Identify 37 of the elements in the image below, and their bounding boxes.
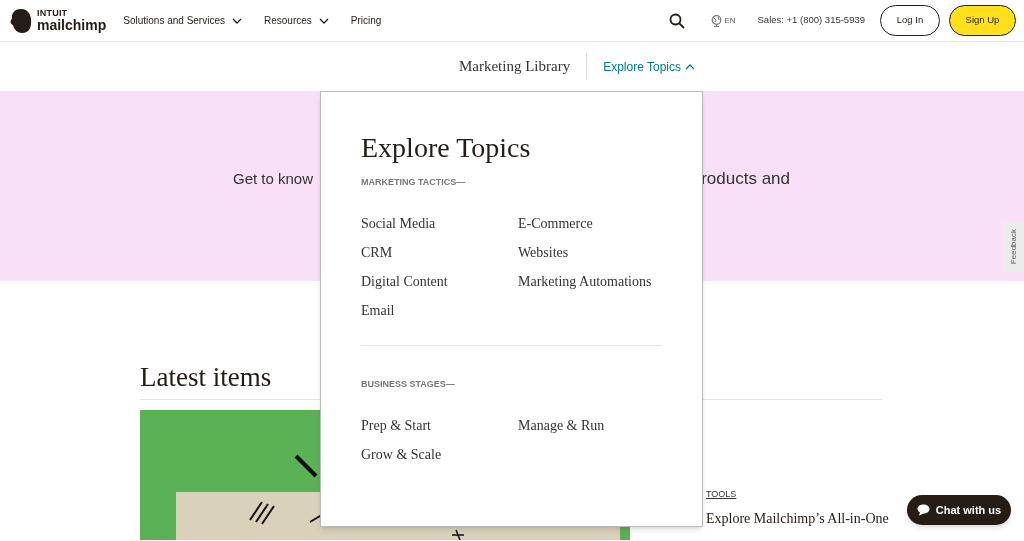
topic-link[interactable]: Marketing Automations: [518, 273, 662, 290]
topic-link[interactable]: E-Commerce: [518, 215, 662, 232]
topic-link[interactable]: Websites: [518, 244, 662, 261]
hero-text: Get to know: [233, 168, 314, 189]
signup-button[interactable]: Sign Up: [949, 5, 1016, 36]
feedback-tab[interactable]: Feedback: [1003, 222, 1024, 272]
topic-link[interactable]: Grow & Scale: [361, 446, 518, 463]
chevron-icon: [232, 17, 242, 24]
topic-link[interactable]: Email: [361, 302, 518, 319]
nav-link[interactable]: Pricing: [350, 13, 382, 28]
nav-link[interactable]: Solutions and Services: [123, 13, 242, 28]
dropdown-title: Explore Topics: [361, 131, 532, 165]
article-category[interactable]: TOOLS: [706, 488, 737, 502]
topic-link[interactable]: Prep & Start: [361, 417, 518, 434]
topic-link[interactable]: Digital Content: [361, 273, 518, 290]
chevron-icon: [318, 17, 329, 24]
sales-phone: Sales: +1 (800) 315-5939: [757, 13, 865, 28]
nav-link[interactable]: Resources: [264, 13, 329, 28]
topic-link[interactable]: Social Media: [361, 215, 518, 232]
logo-text: mailchimp: [37, 18, 107, 32]
chat-button[interactable]: Chat with us: [907, 495, 1011, 525]
section-heading: Latest items: [140, 362, 272, 392]
logo[interactable]: INTUIT mailchimp: [9, 7, 107, 34]
speech-bubble-icon: [916, 504, 930, 516]
language-selector[interactable]: EN: [711, 14, 736, 27]
topic-link[interactable]: CRM: [361, 244, 518, 261]
logo-text: INTUIT: [37, 9, 69, 18]
marketing-library-title[interactable]: Marketing Library: [458, 55, 587, 78]
search-icon[interactable]: [669, 12, 686, 29]
hero-text: roducts and: [701, 168, 790, 191]
explore-topics-tab[interactable]: Explore Topics: [587, 57, 695, 76]
globe-icon: [711, 14, 723, 27]
topic-link[interactable]: Manage & Run: [518, 417, 662, 434]
section-label: MARKETING TACTICS—: [361, 176, 467, 188]
chevron-icon: [685, 63, 695, 70]
article-title[interactable]: Explore Mailchimp’s All-in-One: [706, 507, 889, 529]
section-label: BUSINESS STAGES—: [361, 378, 456, 390]
